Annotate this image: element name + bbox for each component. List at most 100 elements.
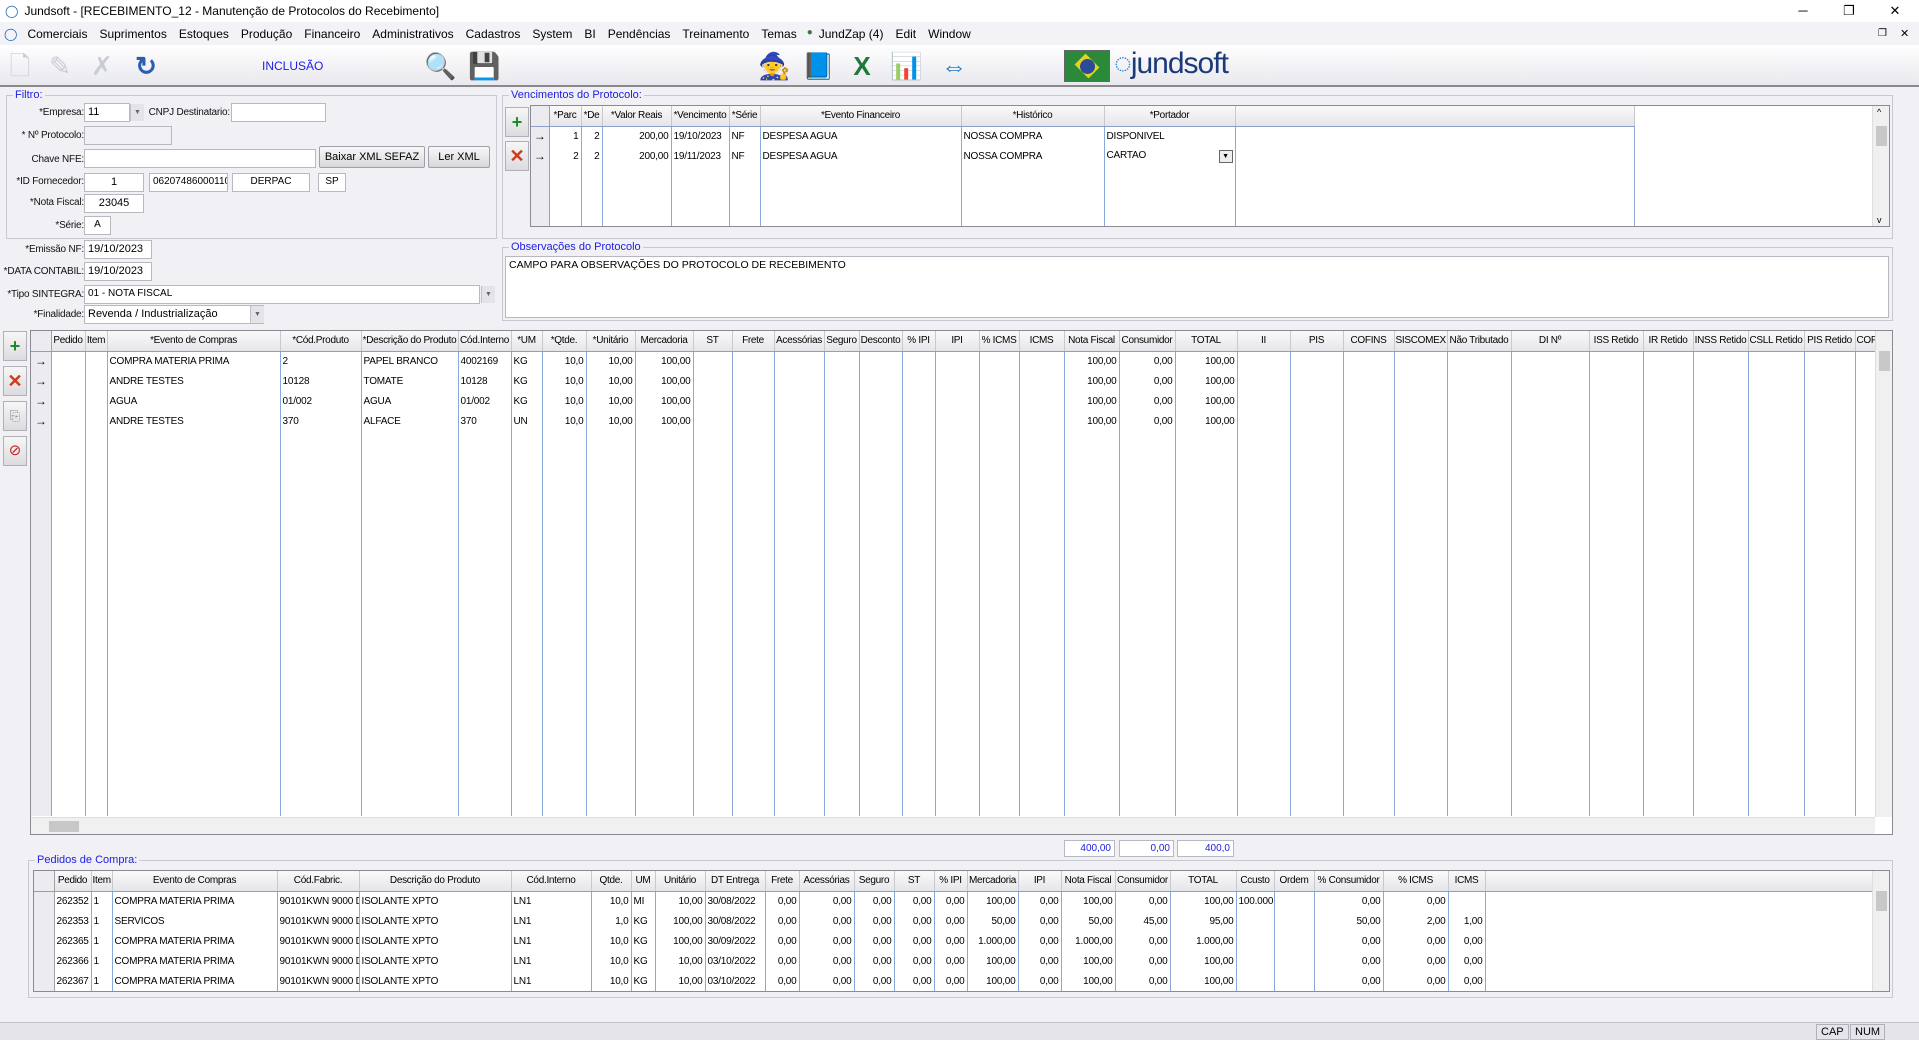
table-cell[interactable]: 1,0 [591, 911, 632, 931]
table-cell[interactable]: 200,00 [602, 126, 672, 146]
table-cell[interactable] [1855, 411, 1877, 431]
minimize-button[interactable]: ─ [1780, 0, 1826, 22]
column-header[interactable]: ISS Retido [1589, 331, 1644, 352]
finalidade-select[interactable]: Revenda / Industrialização [84, 305, 264, 324]
table-cell[interactable]: 0,00 [934, 971, 968, 991]
wizard-icon[interactable]: 🧙 [758, 50, 790, 82]
table-row[interactable]: 262365 1 COMPRA MATERIA PRIMA 90101KWN 9000… [34, 931, 1885, 951]
column-header[interactable]: Frete [765, 871, 800, 892]
column-header[interactable]: Item [85, 331, 108, 352]
column-header[interactable]: ST [894, 871, 935, 892]
table-cell[interactable]: 0,00 [1448, 951, 1486, 971]
table-cell[interactable]: 0,00 [1314, 931, 1384, 951]
table-cell[interactable]: 10,0 [591, 971, 632, 991]
table-row[interactable]: → 1 2 200,00 19/10/2023 NF DESPESA AGUA NOSSA C… [531, 126, 1635, 146]
fornecedor-id-input[interactable]: 1 [84, 173, 144, 192]
column-header[interactable]: Mercadoria [967, 871, 1019, 892]
menu-item[interactable]: Comerciais [21, 27, 93, 41]
table-cell[interactable]: NF [729, 126, 761, 146]
row-arrow-icon[interactable]: → [31, 371, 52, 391]
table-cell[interactable]: 370 [458, 411, 512, 431]
table-cell[interactable] [859, 351, 903, 371]
column-header[interactable]: *Valor Reais [602, 106, 672, 127]
table-cell[interactable]: 0,00 [799, 891, 855, 911]
row-arrow-icon[interactable]: → [31, 391, 52, 411]
table-cell[interactable] [1274, 931, 1315, 951]
table-cell[interactable] [1290, 391, 1344, 411]
table-cell[interactable] [1447, 391, 1512, 411]
menu-item[interactable]: Temas [755, 27, 802, 41]
table-cell[interactable]: 10,00 [586, 391, 636, 411]
table-cell[interactable]: 03/10/2022 [705, 951, 766, 971]
table-cell[interactable]: 10,00 [586, 411, 636, 431]
table-cell[interactable] [859, 411, 903, 431]
table-cell[interactable]: AGUA [107, 391, 281, 411]
column-header[interactable]: ICMS [1448, 871, 1486, 892]
column-header[interactable]: Seguro [854, 871, 895, 892]
table-cell[interactable]: 10,00 [586, 371, 636, 391]
table-cell[interactable] [1589, 391, 1644, 411]
table-cell[interactable] [1643, 371, 1694, 391]
table-cell[interactable]: 262366 [54, 951, 92, 971]
table-cell[interactable]: 19/11/2023 [671, 146, 730, 166]
column-header[interactable]: % ICMS [979, 331, 1020, 352]
table-cell[interactable]: 10128 [280, 371, 362, 391]
table-cell[interactable] [1237, 411, 1291, 431]
table-cell[interactable] [979, 351, 1020, 371]
table-cell[interactable]: 90101KWN 9000 D [277, 951, 360, 971]
table-cell[interactable]: KG [511, 391, 543, 411]
chart-icon[interactable]: 📊 [890, 50, 922, 82]
column-header[interactable]: SISCOMEX [1394, 331, 1448, 352]
column-header[interactable]: TOTAL [1175, 331, 1238, 352]
column-header[interactable]: IPI [1018, 871, 1062, 892]
table-cell[interactable]: 262352 [54, 891, 92, 911]
table-cell[interactable] [824, 411, 860, 431]
table-cell[interactable]: LN1 [511, 891, 592, 911]
table-cell[interactable]: 10,0 [542, 411, 587, 431]
baixar-xml-sefaz-button[interactable]: Baixar XML SEFAZ [319, 146, 425, 168]
table-cell[interactable]: ISOLANTE XPTO [359, 911, 512, 931]
table-cell[interactable] [774, 351, 825, 371]
table-cell[interactable] [1343, 371, 1395, 391]
table-cell[interactable]: 0,00 [799, 911, 855, 931]
table-cell[interactable]: LN1 [511, 971, 592, 991]
table-cell[interactable] [1748, 351, 1805, 371]
table-cell[interactable]: 0,00 [1018, 891, 1062, 911]
table-cell[interactable] [1394, 351, 1448, 371]
table-cell[interactable]: 0,00 [1018, 951, 1062, 971]
table-cell[interactable]: 100,00 [1175, 391, 1238, 411]
table-cell[interactable]: 0,00 [1115, 971, 1171, 991]
excel-icon[interactable]: X [846, 50, 878, 82]
table-cell[interactable]: 262353 [54, 911, 92, 931]
table-cell[interactable] [1589, 411, 1644, 431]
table-cell[interactable]: KG [631, 951, 656, 971]
menu-item[interactable]: BI [578, 27, 601, 41]
row-arrow-icon[interactable]: → [31, 351, 52, 371]
column-header[interactable]: Não Tributado [1447, 331, 1512, 352]
table-cell[interactable]: ANDRE TESTES [107, 411, 281, 431]
table-cell[interactable] [1855, 391, 1877, 411]
table-cell[interactable]: ISOLANTE XPTO [359, 971, 512, 991]
column-header[interactable]: Seguro [824, 331, 860, 352]
table-cell[interactable]: 262367 [54, 971, 92, 991]
column-header[interactable]: DT Entrega [705, 871, 766, 892]
table-cell[interactable] [1804, 351, 1856, 371]
table-cell[interactable]: COMPRA MATERIA PRIMA [112, 971, 278, 991]
mdi-restore-button[interactable]: ❐ [1878, 28, 1887, 39]
table-cell[interactable] [1236, 931, 1275, 951]
menu-item[interactable]: Window [922, 27, 977, 41]
table-cell[interactable]: 50,00 [1314, 911, 1384, 931]
column-header[interactable]: IPI [935, 331, 980, 352]
table-cell[interactable]: 100,00 [1061, 971, 1116, 991]
table-cell[interactable]: 1,00 [1448, 911, 1486, 931]
table-cell[interactable]: COMPRA MATERIA PRIMA [107, 351, 281, 371]
column-header[interactable]: TOTAL [1170, 871, 1237, 892]
table-cell[interactable] [732, 371, 775, 391]
column-header[interactable]: *Vencimento [671, 106, 730, 127]
add-vencimento-button[interactable]: + [505, 107, 529, 137]
table-cell[interactable] [1019, 391, 1065, 411]
table-cell[interactable]: 0,00 [934, 891, 968, 911]
save-icon[interactable]: 💾 [468, 50, 500, 82]
table-cell[interactable] [979, 391, 1020, 411]
column-header[interactable]: Cód.Interno [458, 331, 512, 352]
